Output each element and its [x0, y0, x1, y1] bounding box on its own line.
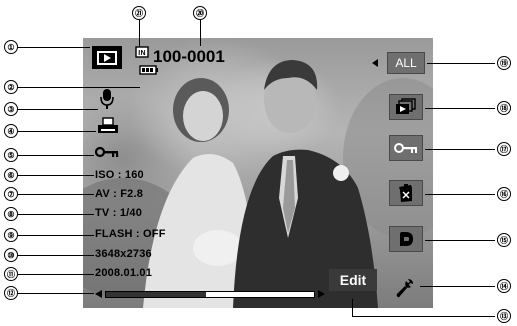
- leader-line: [352, 299, 353, 316]
- callout-11: ⑪: [4, 267, 18, 281]
- callout-10: ⑩: [4, 248, 18, 262]
- play-icon: [97, 50, 117, 65]
- callout-3: ③: [4, 102, 18, 116]
- progress-fill: [106, 292, 206, 297]
- leader-line: [18, 255, 94, 256]
- progress-bar[interactable]: [105, 291, 315, 298]
- leader-line: [352, 316, 495, 317]
- callout-17: ⑰: [497, 142, 511, 156]
- file-number: 100-0001: [153, 47, 225, 66]
- callout-19: ⑲: [497, 56, 511, 70]
- leader-line: [18, 47, 90, 48]
- left-arrow-icon: [372, 59, 378, 67]
- leader-line: [18, 293, 94, 294]
- iso-info: ISO : 160: [95, 169, 144, 181]
- leader-line: [18, 214, 94, 215]
- leader-line: [18, 155, 94, 156]
- microphone-icon: [100, 89, 114, 109]
- battery-icon: [139, 65, 158, 75]
- flash-info: FLASH : OFF: [95, 228, 166, 240]
- scroll-left-icon[interactable]: [94, 289, 104, 299]
- callout-8: ⑧: [4, 207, 18, 221]
- all-button[interactable]: ALL: [387, 52, 425, 74]
- callout-20: ⑳: [193, 6, 207, 20]
- callout-1: ①: [4, 40, 18, 54]
- edit-button[interactable]: Edit: [329, 269, 377, 291]
- leader-line: [425, 108, 495, 109]
- printer-icon: [98, 117, 118, 133]
- leader-line: [18, 109, 98, 110]
- leader-line: [425, 194, 495, 195]
- leader-line: [18, 235, 94, 236]
- leader-line: [420, 286, 495, 287]
- callout-2: ②: [4, 80, 18, 94]
- callout-7: ⑦: [4, 187, 18, 201]
- slideshow-icon: [396, 98, 416, 114]
- leader-line: [18, 274, 94, 275]
- leader-line: [18, 194, 94, 195]
- callout-14: ⑭: [497, 279, 511, 293]
- callout-4: ④: [4, 124, 18, 138]
- callout-21: ㉑: [132, 6, 146, 20]
- callout-5: ⑤: [4, 148, 18, 162]
- leader-line: [18, 131, 96, 132]
- callout-18: ⑱: [497, 101, 511, 115]
- scroll-right-icon[interactable]: [316, 289, 326, 299]
- callout-6: ⑥: [4, 168, 18, 182]
- date-info: 2008.01.01: [95, 267, 153, 279]
- slideshow-button[interactable]: [389, 94, 423, 120]
- delete-button[interactable]: [389, 180, 423, 206]
- leader-line: [18, 87, 140, 88]
- leader-line: [18, 175, 94, 176]
- callout-16: ⑯: [497, 187, 511, 201]
- memory-card-icon: IN: [135, 46, 149, 58]
- rotate-icon: [400, 232, 413, 246]
- callout-13: ⑬: [497, 309, 511, 323]
- resolution-info: 3648x2736: [95, 248, 152, 260]
- protect-button[interactable]: [389, 135, 423, 161]
- camera-lcd-screen: IN 100-0001 ISO : 160 AV : F2.8 TV : 1/4…: [83, 38, 433, 308]
- key-icon: [394, 143, 417, 153]
- callout-12: ⑫: [4, 286, 18, 300]
- shutter-info: TV : 1/40: [95, 207, 143, 219]
- trash-icon: [399, 184, 412, 202]
- leader-line: [425, 240, 495, 241]
- leader-line: [200, 20, 201, 46]
- key-icon: [95, 146, 119, 158]
- leader-line: [425, 149, 495, 150]
- wrench-icon[interactable]: [393, 277, 415, 299]
- svg-text:IN: IN: [138, 50, 145, 57]
- leader-line: [139, 20, 140, 46]
- play-mode-indicator: [92, 46, 122, 69]
- leader-line: [427, 63, 495, 64]
- rotate-button[interactable]: [389, 226, 423, 252]
- callout-15: ⑮: [497, 233, 511, 247]
- callout-9: ⑨: [4, 228, 18, 242]
- aperture-info: AV : F2.8: [95, 188, 144, 200]
